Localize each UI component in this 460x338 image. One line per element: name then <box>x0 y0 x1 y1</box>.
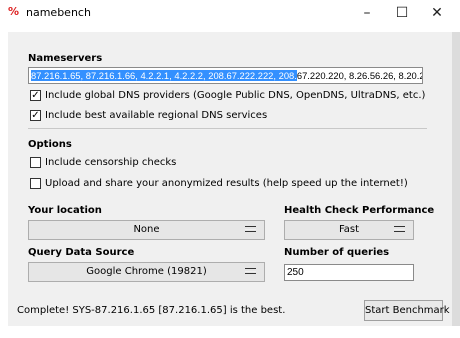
nameservers-input[interactable]: 87.216.1.65, 87.216.1.66, 4.2.2.1, 4.2.2… <box>28 67 423 84</box>
section-divider <box>28 128 427 129</box>
namebench-logo-icon: % <box>8 5 20 18</box>
regional-dns-label: Include best available regional DNS serv… <box>45 110 268 121</box>
health-check-value: Fast <box>338 224 360 235</box>
window-bottom-edge <box>0 326 460 338</box>
health-check-dropdown[interactable]: Fast <box>284 220 414 240</box>
upload-checkbox[interactable] <box>30 178 41 189</box>
location-label: Your location <box>28 205 102 216</box>
location-value: None <box>133 224 160 235</box>
close-icon[interactable]: ✕ <box>420 0 454 26</box>
window-title: namebench <box>26 6 91 19</box>
nameservers-selected-text: 87.216.1.65, 87.216.1.66, 4.2.2.1, 4.2.2… <box>31 70 297 81</box>
query-source-value: Google Chrome (19821) <box>86 266 207 277</box>
window-edge <box>452 32 460 326</box>
dropdown-indicator-icon <box>245 226 256 232</box>
dropdown-indicator-icon <box>245 268 256 274</box>
nameservers-rest-text: 67.220.220, 8.26.56.26, 8.20.247.20, <box>296 70 423 81</box>
status-text: Complete! SYS-87.216.1.65 [87.216.1.65] … <box>17 305 286 316</box>
censorship-checkbox[interactable] <box>30 157 41 168</box>
num-queries-input[interactable] <box>284 264 414 281</box>
upload-label: Upload and share your anonymized results… <box>45 178 408 189</box>
query-source-dropdown[interactable]: Google Chrome (19821) <box>28 262 265 282</box>
query-source-label: Query Data Source <box>28 247 135 258</box>
dropdown-indicator-icon <box>394 226 405 232</box>
minimize-icon[interactable]: – <box>350 0 384 26</box>
nameservers-label: Nameservers <box>28 53 103 64</box>
num-queries-label: Number of queries <box>284 247 390 258</box>
censorship-label: Include censorship checks <box>45 157 177 168</box>
title-bar: % namebench – ☐ ✕ <box>0 0 460 26</box>
options-label: Options <box>28 139 72 150</box>
namebench-window: % namebench – ☐ ✕ Nameservers 87.216.1.6… <box>0 0 460 338</box>
regional-dns-checkbox[interactable]: ✓ <box>30 110 41 121</box>
maximize-icon[interactable]: ☐ <box>385 0 419 26</box>
health-check-label: Health Check Performance <box>284 205 435 216</box>
location-dropdown[interactable]: None <box>28 220 265 240</box>
global-dns-label: Include global DNS providers (Google Pub… <box>45 90 426 101</box>
global-dns-checkbox[interactable]: ✓ <box>30 90 41 101</box>
start-benchmark-button[interactable]: Start Benchmark <box>364 300 450 321</box>
